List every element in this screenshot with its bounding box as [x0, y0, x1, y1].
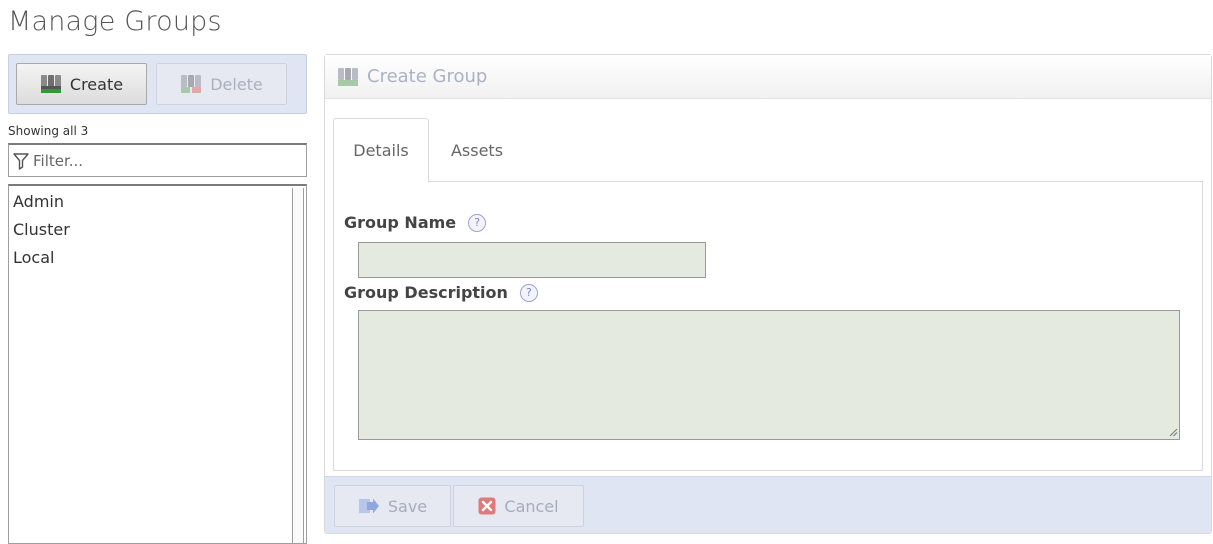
showing-count: Showing all 3	[8, 124, 89, 138]
delete-label: Delete	[210, 74, 263, 94]
group-list: Admin Cluster Local	[8, 184, 307, 544]
panel-footer: Save Cancel	[325, 476, 1211, 533]
group-description-input[interactable]	[358, 310, 1180, 440]
panel-header: Create Group	[325, 55, 1211, 99]
groups-toolbar: Create Delete	[8, 54, 307, 114]
delete-button[interactable]: Delete	[156, 63, 287, 105]
cancel-button[interactable]: Cancel	[453, 485, 584, 527]
filter-input[interactable]	[33, 151, 293, 170]
group-description-label: Group Description ?	[344, 283, 538, 302]
question-icon[interactable]: ?	[519, 283, 538, 302]
group-name-label-text: Group Name	[344, 213, 457, 232]
save-button[interactable]: Save	[334, 485, 451, 527]
create-button[interactable]: Create	[16, 63, 147, 105]
funnel-icon	[13, 152, 29, 170]
group-remove-icon	[181, 75, 202, 93]
list-item[interactable]: Local	[9, 244, 306, 272]
panel-tabs: Details Assets	[333, 118, 1203, 183]
resize-grip-icon[interactable]	[1168, 427, 1178, 437]
save-arrow-icon	[358, 498, 379, 514]
group-icon	[338, 67, 358, 86]
cancel-x-icon	[478, 497, 496, 515]
save-label: Save	[387, 496, 428, 516]
tab-details[interactable]: Details	[333, 118, 429, 183]
list-item[interactable]: Admin	[9, 188, 306, 216]
panel-title: Create Group	[367, 66, 488, 87]
create-label: Create	[69, 74, 124, 94]
list-item[interactable]: Cluster	[9, 216, 306, 244]
filter-box[interactable]	[8, 143, 307, 177]
group-description-label-text: Group Description	[344, 283, 508, 302]
create-group-panel: Create Group Details Assets Group Name ?…	[324, 54, 1212, 534]
details-tab-body: Group Name ? Group Description ?	[333, 181, 1203, 471]
group-name-label: Group Name ?	[344, 213, 487, 232]
list-scrollbar[interactable]	[292, 188, 304, 543]
group-name-input[interactable]	[358, 242, 706, 278]
cancel-label: Cancel	[504, 496, 559, 516]
page-title: Manage Groups	[8, 6, 222, 37]
group-add-icon	[40, 75, 61, 93]
question-icon[interactable]: ?	[468, 213, 487, 232]
tab-assets[interactable]: Assets	[441, 118, 513, 182]
